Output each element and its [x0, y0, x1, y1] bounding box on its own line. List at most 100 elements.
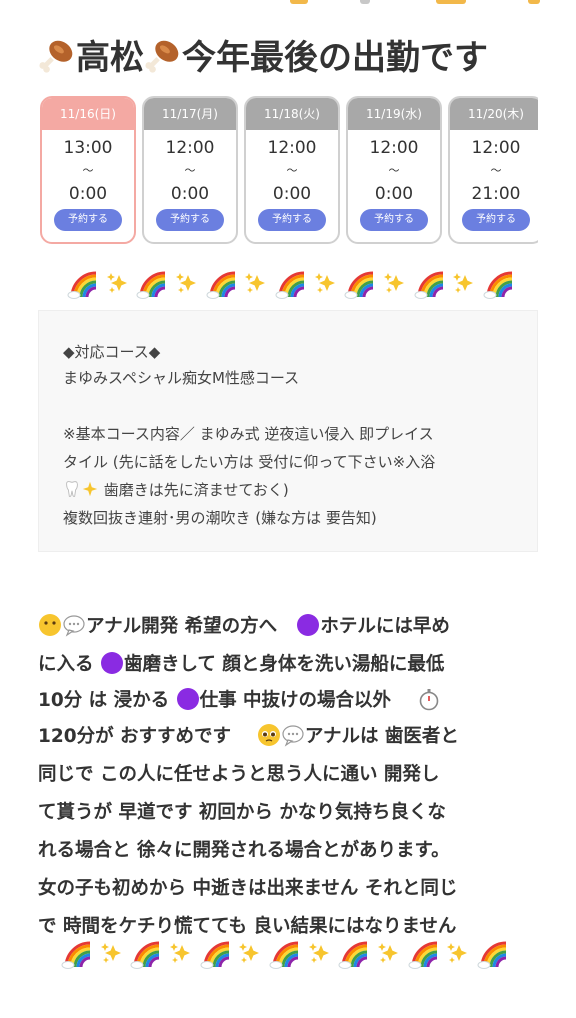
body-line: 10分 は 浸かる 仕事 中抜けの場合以外: [38, 686, 548, 712]
body-text: 120分が おすすめです: [38, 726, 232, 747]
rainbow-icon: [408, 941, 437, 969]
body-line: 同じで この人に任せようと思う人に通い 開発し: [38, 764, 440, 785]
time-separator: 〜: [286, 164, 298, 177]
course-name: まゆみスペシャル痴女M性感コース: [63, 369, 300, 387]
rainbow-icon: [414, 271, 443, 299]
sparkles-icon: [239, 943, 260, 963]
sparkles-icon: [169, 943, 190, 963]
schedule-date: 11/16(日): [42, 98, 134, 130]
sparkles-icon: [377, 943, 398, 963]
start-time: 12:00: [165, 138, 215, 158]
face-without-mouth-icon: [39, 614, 61, 636]
rainbow-sparkle-divider: [66, 266, 516, 302]
body-line: 120分が おすすめです アナルは 歯医者と: [38, 722, 548, 748]
sparkles-icon: [308, 943, 329, 963]
schedule-day-card: 11/17(月) 12:00 〜 0:00 予約する: [142, 96, 238, 244]
end-time: 0:00: [374, 184, 414, 204]
reserve-button[interactable]: 予約する: [54, 209, 122, 231]
course-info-box: ◆対応コース◆ まゆみスペシャル痴女M性感コース ※基本コース内容／ まゆみ式 …: [38, 310, 538, 552]
body-line: 女の子も初めから 中逝きは出来ません それと同じ: [38, 878, 458, 899]
start-time: 12:00: [369, 138, 419, 158]
body-line: れる場合と 徐々に開発される場合とがあります。: [38, 840, 450, 861]
rainbow-icon: [206, 271, 235, 299]
rainbow-icon: [483, 271, 513, 299]
tooth-icon: [66, 481, 78, 497]
schedule-date: 11/20(木): [450, 98, 538, 130]
top-cropped-emoji-strip: [0, 0, 576, 8]
end-time: 0:00: [68, 184, 108, 204]
end-time: 0:00: [272, 184, 312, 204]
purple-circle-icon: [297, 614, 320, 636]
purple-circle-icon: [176, 688, 199, 710]
sparkles-icon: [383, 273, 404, 293]
start-time: 13:00: [63, 138, 113, 158]
rainbow-icon: [269, 941, 299, 969]
schedule-day-card: 11/16(日) 13:00 〜 0:00 予約する: [40, 96, 136, 244]
rainbow-icon: [130, 941, 160, 969]
time-separator: 〜: [388, 164, 400, 177]
end-time: 21:00: [471, 184, 521, 204]
rainbow-icon: [136, 271, 166, 299]
sparkles-icon: [82, 481, 98, 497]
sparkles-icon: [314, 273, 335, 293]
rainbow-icon: [344, 271, 374, 299]
reserve-button[interactable]: 予約する: [258, 209, 326, 231]
rainbow-icon: [67, 271, 97, 299]
course-heading: ◆対応コース◆: [63, 343, 161, 361]
course-note: 複数回抜き連射･男の潮吹き (嫌な方は 要告知): [63, 509, 377, 527]
schedule-strip[interactable]: 11/16(日) 13:00 〜 0:00 予約する 11/17(月) 12:0…: [38, 96, 538, 246]
headline-location: 高松: [76, 38, 144, 78]
time-separator: 〜: [490, 164, 502, 177]
speech-balloon-icon: [63, 615, 85, 637]
course-note-line: 歯磨きは先に済ませておく): [63, 479, 289, 500]
body-text: 10分 は 浸かる: [38, 690, 170, 711]
schedule-date: 11/18(火): [246, 98, 338, 130]
sparkles-icon: [100, 943, 121, 963]
body-text: 仕事 中抜けの場合以外: [199, 690, 392, 711]
schedule-day-card: 11/18(火) 12:00 〜 0:00 予約する: [244, 96, 340, 244]
rainbow-icon: [200, 941, 229, 969]
reserve-button[interactable]: 予約する: [156, 209, 224, 231]
end-time: 0:00: [170, 184, 210, 204]
body-line: アナル開発 希望の方へ ホテルには早め: [38, 612, 548, 638]
start-time: 12:00: [267, 138, 317, 158]
schedule-date: 11/17(月): [144, 98, 236, 130]
body-text: ホテルには早め: [320, 616, 450, 637]
course-note: タイル (先に話をしたい方は 受付に仰って下さい※入浴: [63, 453, 436, 471]
body-text: アナルは 歯医者と: [304, 726, 459, 747]
poultry-leg-icon: [145, 40, 179, 73]
time-separator: 〜: [82, 164, 94, 177]
rainbow-sparkle-divider: [60, 936, 510, 972]
rainbow-icon: [275, 271, 305, 299]
schedule-day-card: 11/20(木) 12:00 〜 21:00 予約する: [448, 96, 538, 244]
sparkles-icon: [245, 273, 266, 293]
sparkles-icon: [175, 273, 196, 293]
body-text: 歯磨きして 顔と身体を洗い湯船に最低: [123, 654, 445, 675]
stopwatch-icon: [419, 689, 439, 711]
rainbow-icon: [61, 941, 91, 969]
time-separator: 〜: [184, 164, 196, 177]
body-text: アナル開発 希望の方へ: [86, 616, 278, 637]
sparkles-icon: [106, 273, 127, 293]
reserve-button[interactable]: 予約する: [462, 209, 530, 231]
body-text: に入る: [38, 654, 94, 675]
headline-message: 今年最後の出勤です: [182, 38, 488, 78]
speech-balloon-icon: [282, 725, 304, 747]
reserve-button[interactable]: 予約する: [360, 209, 428, 231]
start-time: 12:00: [471, 138, 521, 158]
purple-circle-icon: [100, 652, 123, 674]
sparkles-icon: [453, 273, 474, 293]
course-note-text: 歯磨きは先に済ませておく): [103, 481, 289, 499]
rainbow-icon: [477, 941, 507, 969]
poultry-leg-icon: [39, 40, 73, 73]
course-note: ※基本コース内容／ まゆみ式 逆夜這い侵入 即プレイス: [63, 425, 434, 443]
body-line: に入る 歯磨きして 顔と身体を洗い湯船に最低: [38, 650, 548, 676]
pleading-face-icon: [257, 724, 280, 746]
body-line: て貰うが 早道です 初回から かなり気持ち良くな: [38, 802, 446, 823]
rainbow-icon: [338, 941, 368, 969]
schedule-date: 11/19(水): [348, 98, 440, 130]
sparkles-icon: [447, 943, 468, 963]
page-title: 高松 今年最後の出勤です: [38, 30, 558, 78]
body-line: で 時間をケチり慌てても 良い結果にはなりません: [38, 916, 457, 937]
schedule-day-card: 11/19(水) 12:00 〜 0:00 予約する: [346, 96, 442, 244]
